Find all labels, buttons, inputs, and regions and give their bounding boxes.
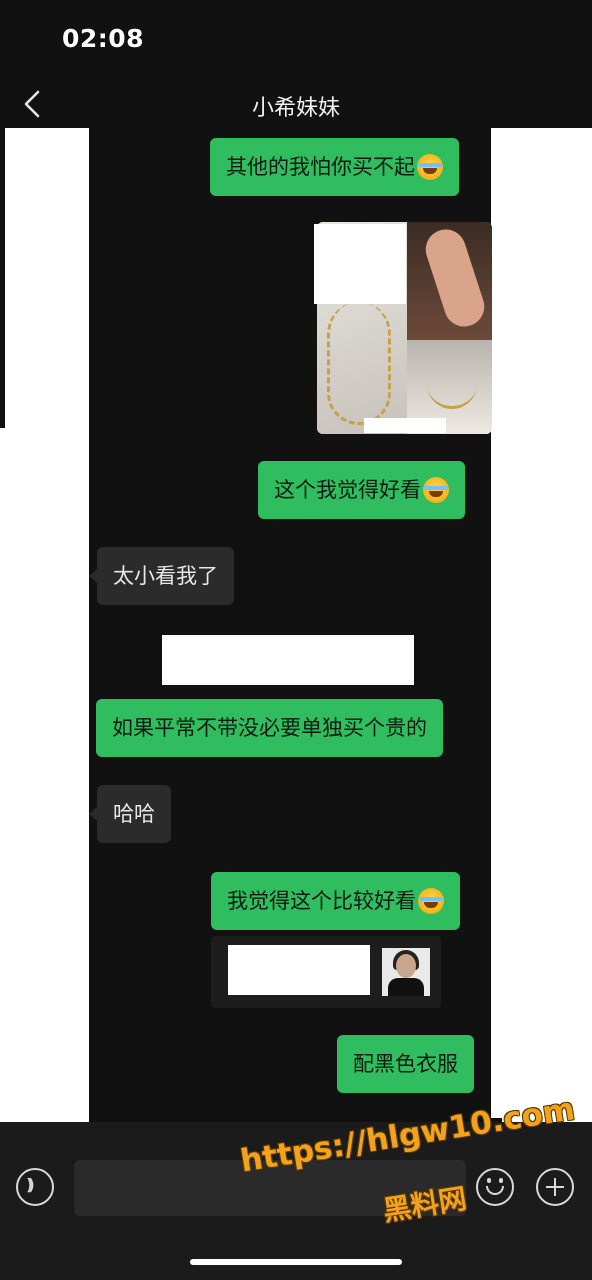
redaction-right [491,128,592,1118]
message-bubble[interactable]: 哈哈 [89,785,171,843]
laughing-crying-emoji-icon [418,888,444,914]
chat-header: 小希妹妹 [0,78,592,130]
redaction-card-text [228,945,370,995]
message-text: 这个我觉得好看 [274,478,421,502]
redaction-left [5,128,89,428]
message-bubble[interactable]: 配黑色衣服 [337,1035,474,1093]
redaction-left-lower [0,428,89,1128]
redaction-collage-bottom [364,418,446,433]
status-bar: 02:08 [0,0,592,78]
message-bubble[interactable]: 如果平常不带没必要单独买个贵的 [96,699,443,757]
message-list[interactable]: 其他的我怕你买不起 这个我觉得好看 太小看我了 如果平常不带没必要单独买个贵的 … [0,128,592,1152]
message-bubble[interactable]: 我觉得这个比较好看 [211,872,460,930]
bracelet-photo [407,222,492,340]
message-bubble[interactable]: 其他的我怕你买不起 [210,138,459,196]
redaction-collage-top [314,224,406,304]
laughing-crying-emoji-icon [423,477,449,503]
voice-button[interactable] [16,1168,54,1206]
message-text: 太小看我了 [113,564,218,588]
message-text: 配黑色衣服 [353,1052,458,1076]
home-indicator[interactable] [190,1259,402,1265]
message-text: 哈哈 [113,802,155,826]
plus-button[interactable] [536,1168,574,1206]
card-thumbnail [382,948,430,996]
status-time: 02:08 [62,24,145,53]
message-text: 我觉得这个比较好看 [227,889,416,913]
emoji-button[interactable] [476,1168,514,1206]
redaction-center [162,635,414,685]
message-text: 如果平常不带没必要单独买个贵的 [112,716,427,740]
laughing-crying-emoji-icon [417,154,443,180]
message-text: 其他的我怕你买不起 [226,155,415,179]
chat-title[interactable]: 小希妹妹 [0,90,592,122]
message-bubble[interactable]: 这个我觉得好看 [258,461,465,519]
message-bubble[interactable]: 太小看我了 [89,547,234,605]
